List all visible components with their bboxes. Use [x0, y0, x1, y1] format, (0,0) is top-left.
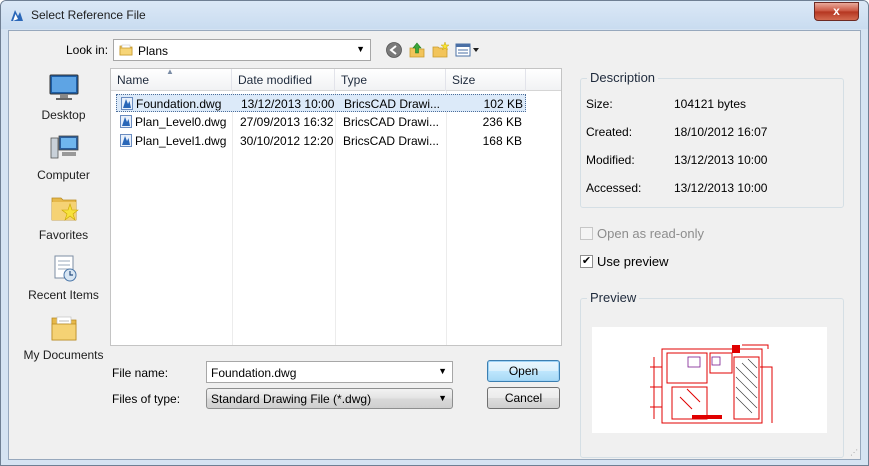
- computer-icon: [50, 135, 79, 159]
- look-in-dropdown[interactable]: Plans ▼: [113, 39, 371, 61]
- file-type-cell: BricsCAD Drawi...: [343, 134, 440, 148]
- column-type[interactable]: Type: [335, 69, 446, 91]
- file-name-label: File name:: [112, 366, 169, 380]
- size-value: 104121 bytes: [674, 97, 747, 111]
- places-bar: Desktop Computer Favorites Recent Items …: [16, 68, 111, 369]
- place-desktop[interactable]: Desktop: [16, 68, 111, 126]
- file-size-cell: 236 KB: [482, 115, 522, 129]
- modified-label: Modified:: [586, 153, 635, 167]
- file-type-select[interactable]: Standard Drawing File (*.dwg) ▼: [206, 388, 453, 409]
- file-list[interactable]: Name ▲ Date modified Type Size Foundatio…: [110, 67, 562, 346]
- modified-value: 13/12/2013 10:00: [674, 153, 768, 167]
- open-button[interactable]: Open: [487, 360, 560, 382]
- my-documents-icon: [51, 316, 77, 341]
- file-name-cell: Plan_Level0.dwg: [135, 115, 227, 129]
- chevron-down-icon[interactable]: ▼: [438, 366, 447, 376]
- drawing-preview: [592, 327, 827, 433]
- read-only-label: Open as read-only: [597, 226, 704, 241]
- dwg-file-icon: [120, 134, 132, 147]
- file-name-input[interactable]: Foundation.dwg ▼: [206, 361, 453, 383]
- column-name-label: Name: [117, 73, 150, 87]
- resize-grip-icon[interactable]: ⋰: [850, 448, 858, 457]
- file-type-value: Standard Drawing File (*.dwg): [211, 392, 372, 406]
- file-size-cell: 102 KB: [483, 97, 523, 111]
- created-label: Created:: [586, 125, 633, 139]
- place-label: Recent Items: [28, 288, 99, 302]
- chevron-down-icon: ▼: [438, 393, 447, 403]
- created-value: 18/10/2012 16:07: [674, 125, 768, 139]
- bricscad-logo-icon: [11, 10, 23, 21]
- file-type-label: Files of type:: [112, 392, 181, 406]
- drawing-preview-image: [650, 344, 773, 424]
- accessed-label: Accessed:: [586, 181, 642, 195]
- size-label: Size:: [586, 97, 613, 111]
- place-label: Desktop: [41, 108, 86, 122]
- table-row[interactable]: Plan_Level1.dwg 30/10/2012 12:20 BricsCA…: [116, 132, 526, 150]
- back-icon[interactable]: [385, 41, 403, 59]
- table-row[interactable]: Foundation.dwg 13/12/2013 10:00 BricsCAD…: [116, 94, 526, 112]
- column-date-modified[interactable]: Date modified: [232, 69, 335, 91]
- title-bar[interactable]: Select Reference File x: [1, 1, 868, 29]
- use-preview-checkbox[interactable]: ✔: [580, 255, 593, 268]
- accessed-value: 13/12/2013 10:00: [674, 181, 768, 195]
- folder-icon: [119, 44, 133, 56]
- column-name[interactable]: Name ▲: [111, 67, 232, 91]
- file-type-cell: BricsCAD Drawi...: [343, 115, 440, 129]
- place-favorites[interactable]: Favorites: [16, 188, 111, 246]
- preview-title: Preview: [587, 290, 640, 305]
- description-title: Description: [587, 70, 659, 85]
- file-name-value: Foundation.dwg: [211, 366, 297, 380]
- dialog-window: Select Reference File x Look in: Plans ▼: [0, 0, 869, 466]
- place-label: Favorites: [38, 228, 89, 242]
- place-label: Computer: [37, 168, 90, 182]
- read-only-checkbox[interactable]: [580, 227, 593, 240]
- close-button[interactable]: x: [814, 2, 859, 21]
- column-size[interactable]: Size: [446, 69, 526, 91]
- file-date-cell: 27/09/2013 16:32: [240, 115, 334, 129]
- file-name-cell: Foundation.dwg: [136, 97, 222, 111]
- view-menu-icon[interactable]: [455, 41, 481, 59]
- place-my-documents[interactable]: My Documents: [16, 308, 111, 366]
- dialog-body: Look in: Plans ▼ Desktop Computer Favori…: [8, 30, 861, 460]
- favorites-icon: [51, 197, 79, 221]
- place-label: My Documents: [23, 348, 104, 362]
- new-folder-icon[interactable]: [431, 41, 449, 59]
- file-date-cell: 30/10/2012 12:20: [240, 134, 334, 148]
- sort-ascending-icon: ▲: [166, 67, 174, 76]
- table-row[interactable]: Plan_Level0.dwg 27/09/2013 16:32 BricsCA…: [116, 113, 526, 131]
- place-recent-items[interactable]: Recent Items: [16, 248, 111, 306]
- file-name-cell: Plan_Level1.dwg: [135, 134, 227, 148]
- recent-items-icon: [54, 255, 77, 282]
- look-in-label: Look in:: [66, 43, 109, 57]
- column-header: Name ▲ Date modified Type Size: [111, 67, 561, 91]
- up-folder-icon[interactable]: [408, 41, 426, 59]
- checkmark-icon: ✔: [581, 255, 592, 267]
- use-preview-label: Use preview: [597, 254, 669, 269]
- dwg-file-icon: [121, 97, 133, 110]
- window-title: Select Reference File: [31, 8, 146, 22]
- place-computer[interactable]: Computer: [16, 128, 111, 186]
- file-size-cell: 168 KB: [482, 134, 522, 148]
- chevron-down-icon: ▼: [356, 44, 365, 54]
- dwg-file-icon: [120, 115, 132, 128]
- file-type-cell: BricsCAD Drawi...: [344, 97, 441, 111]
- file-date-cell: 13/12/2013 10:00: [241, 97, 335, 111]
- desktop-icon: [49, 74, 79, 100]
- look-in-value: Plans: [138, 44, 169, 58]
- cancel-button[interactable]: Cancel: [487, 387, 560, 409]
